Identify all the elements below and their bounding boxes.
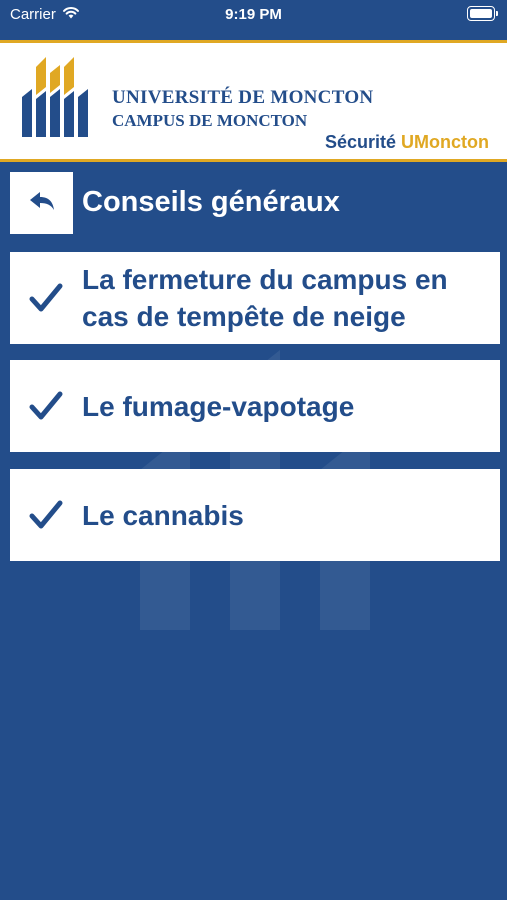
status-bar: Carrier 9:19 PM <box>0 0 507 40</box>
list-item-label: Le cannabis <box>82 499 244 531</box>
app-brand-part1: Sécurité <box>324 132 396 152</box>
list-item-smoking-vaping[interactable]: Le fumage-vapotage <box>10 360 500 452</box>
page-title: Conseils généraux <box>82 186 340 218</box>
battery-icon <box>467 6 498 21</box>
list-item-label: La fermeture du campus en cas de tempête… <box>82 264 448 332</box>
header-banner: UNIVERSITÉ DE MONCTON CAMPUS DE MONCTON … <box>0 40 507 162</box>
app-brand-part2: UMoncton <box>401 132 489 152</box>
back-arrow-icon <box>27 190 57 217</box>
list-item-label: Le fumage-vapotage <box>82 390 355 422</box>
list-item-cannabis[interactable]: Le cannabis <box>10 469 500 561</box>
checkmark-icon <box>10 391 82 421</box>
back-button[interactable] <box>10 172 73 234</box>
checkmark-icon <box>10 283 82 313</box>
list-item-campus-closure[interactable]: La fermeture du campus en cas de tempête… <box>10 252 500 344</box>
app-brand: Sécurité UMoncton <box>325 132 489 153</box>
campus-name: CAMPUS DE MONCTON <box>112 111 308 130</box>
checkmark-icon <box>10 500 82 530</box>
university-logo-icon <box>20 53 90 144</box>
status-time: 9:19 PM <box>225 6 282 23</box>
university-name: UNIVERSITÉ DE MONCTON <box>112 87 374 108</box>
